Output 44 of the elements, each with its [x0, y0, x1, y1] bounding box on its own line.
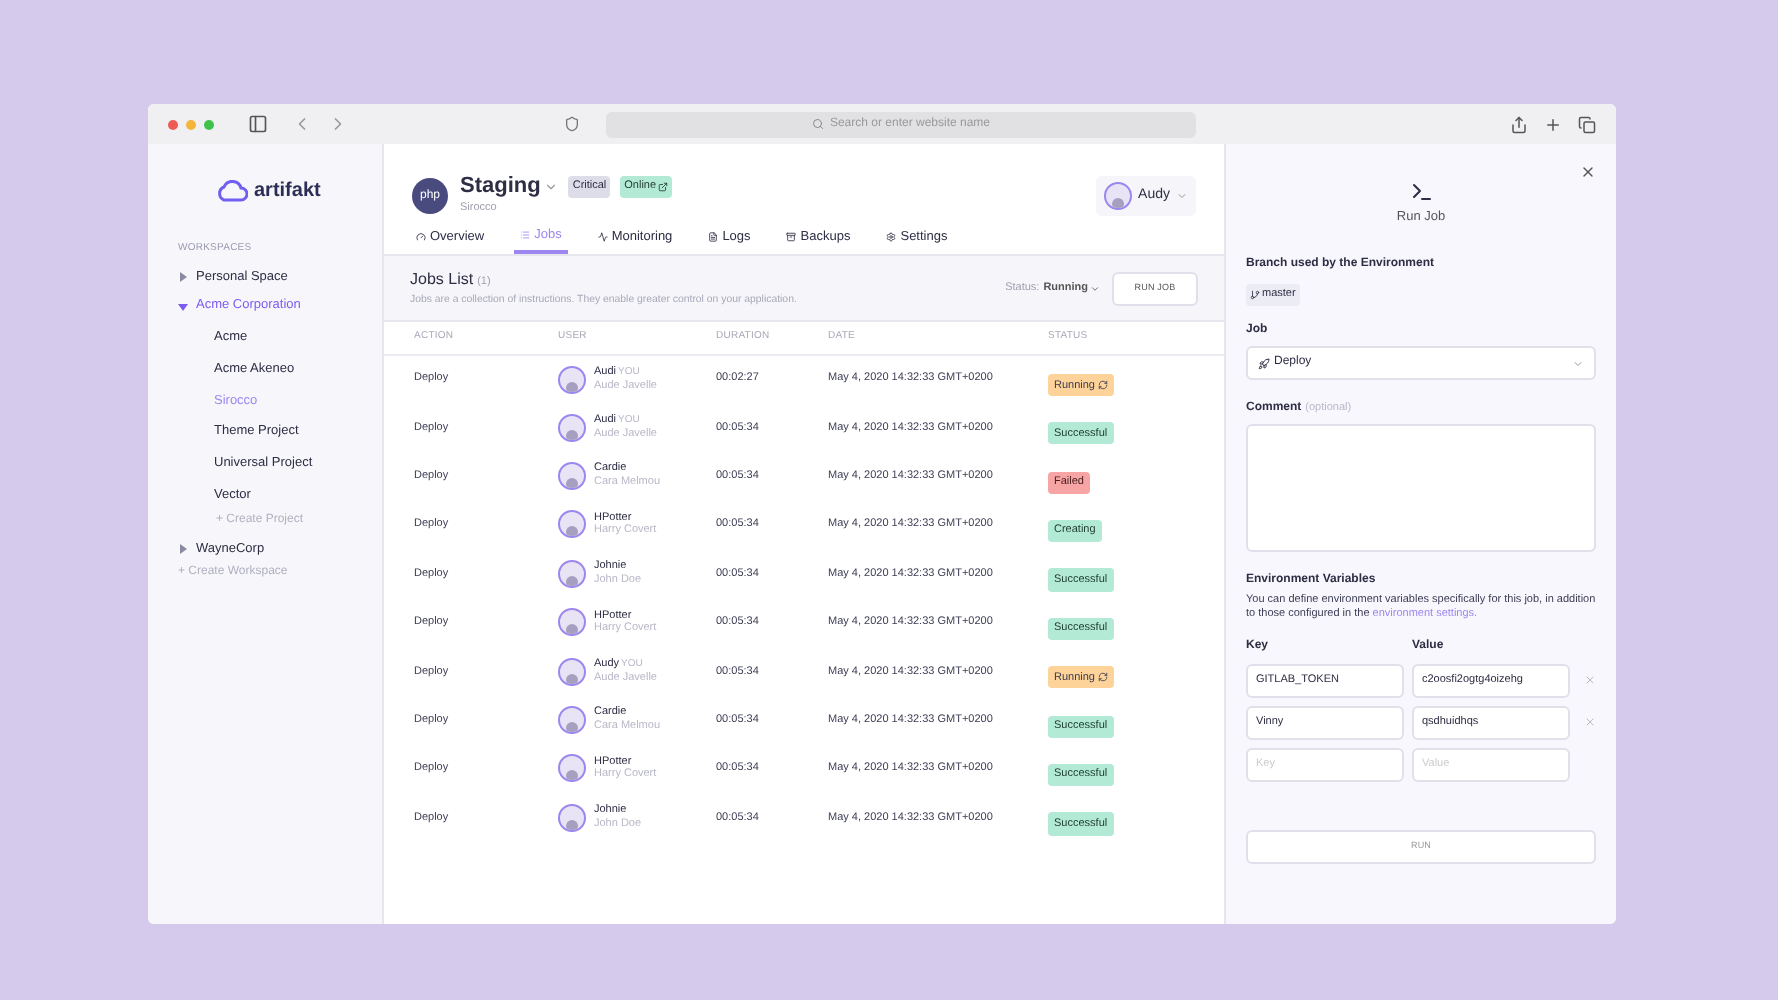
avatar [558, 462, 586, 491]
sidebar-toggle-icon[interactable] [248, 114, 268, 134]
avatar [558, 510, 586, 539]
dropdown-caret-icon[interactable] [544, 180, 559, 194]
expand-caret-icon[interactable] [178, 301, 188, 312]
branch-icon [1250, 289, 1260, 300]
avatar [558, 608, 586, 637]
tab-icon [416, 232, 426, 242]
new-tab-icon[interactable] [1544, 115, 1562, 133]
avatar [558, 413, 586, 442]
cloud-logo-icon [216, 180, 248, 202]
environment-title: Staging [460, 176, 541, 198]
expand-caret-icon[interactable] [178, 271, 188, 282]
avatar [558, 365, 586, 393]
tab-icon [786, 232, 797, 242]
avatar [1104, 182, 1133, 210]
avatar [558, 706, 586, 735]
share-icon[interactable] [1510, 115, 1528, 133]
tab-icon [886, 232, 897, 242]
avatar [558, 657, 586, 686]
close-icon[interactable] [1580, 164, 1596, 180]
avatar [558, 803, 586, 832]
tab-icon [520, 230, 531, 240]
shield-icon[interactable] [564, 116, 580, 132]
avatar [558, 559, 586, 588]
remove-icon[interactable] [1584, 674, 1596, 687]
terminal-icon [1409, 180, 1433, 204]
dropdown-caret-icon [1090, 283, 1100, 293]
rocket-icon [1258, 357, 1270, 369]
logo-text: artifakt [254, 178, 321, 206]
external-link-icon [658, 182, 669, 192]
dropdown-caret-icon [1176, 190, 1188, 202]
remove-icon[interactable] [1584, 716, 1596, 729]
avatar [558, 754, 586, 783]
spinner-icon [1097, 380, 1107, 391]
search-icon [811, 118, 824, 130]
dropdown-caret-icon [1572, 357, 1584, 369]
tab-icon [708, 232, 719, 242]
tabs-overview-icon[interactable] [1578, 115, 1596, 133]
spinner-icon [1097, 672, 1107, 683]
jobs-list-title: Jobs List [410, 267, 474, 292]
expand-caret-icon[interactable] [178, 543, 188, 554]
comment-field[interactable] [1246, 424, 1596, 552]
tab-icon [597, 232, 608, 242]
